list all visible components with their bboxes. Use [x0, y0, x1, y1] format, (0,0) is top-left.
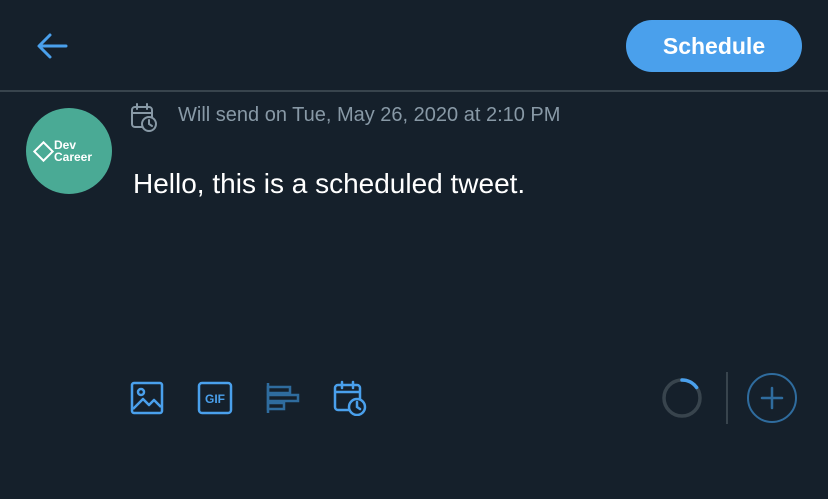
add-poll-button[interactable]: [264, 380, 300, 416]
calendar-clock-icon: [130, 102, 158, 132]
avatar-logo-text: Dev Career: [54, 139, 92, 163]
add-thread-button[interactable]: [746, 372, 798, 424]
compose-screen: Schedule Dev Career Will send on Tue, Ma…: [0, 0, 828, 499]
plus-icon: [747, 373, 797, 423]
poll-icon: [266, 383, 300, 413]
gif-icon-label: GIF: [205, 392, 225, 406]
schedule-button[interactable]: Schedule: [626, 20, 802, 72]
character-count-ring: [660, 376, 704, 420]
tweet-text-input[interactable]: Hello, this is a scheduled tweet.: [133, 168, 525, 200]
add-image-button[interactable]: [129, 380, 165, 416]
image-icon: [130, 381, 164, 415]
header-bar: Schedule: [0, 0, 828, 92]
schedule-icon: [333, 380, 367, 417]
back-button[interactable]: [30, 26, 74, 66]
avatar-logo: Dev Career: [32, 139, 110, 164]
avatar[interactable]: Dev Career: [26, 108, 112, 194]
schedule-tool-button[interactable]: [332, 380, 368, 417]
logo-diamond-icon: [32, 140, 55, 163]
avatar-logo-line2: Career: [54, 150, 93, 164]
gif-icon: GIF: [197, 381, 233, 415]
toolbar-divider: [726, 372, 728, 424]
add-gif-button[interactable]: GIF: [197, 380, 233, 416]
arrow-left-icon: [37, 33, 68, 59]
scheduled-time-text: Will send on Tue, May 26, 2020 at 2:10 P…: [178, 104, 561, 126]
